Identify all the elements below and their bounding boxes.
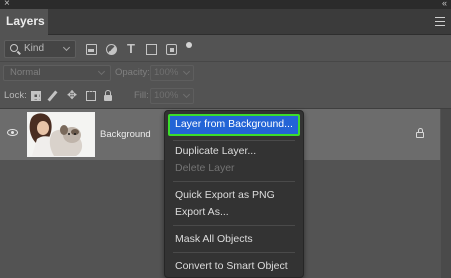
- lock-transparent-icon[interactable]: [31, 91, 41, 101]
- search-icon: [10, 44, 18, 52]
- menu-item-duplicate-layer[interactable]: Duplicate Layer...: [175, 145, 256, 157]
- filter-row: Kind T: [0, 36, 451, 62]
- menu-item-delete-layer: Delete Layer: [175, 162, 235, 174]
- fill-label: Fill:: [134, 90, 149, 101]
- chevron-down-icon: [182, 90, 191, 99]
- opacity-value: 100%: [154, 67, 179, 78]
- lock-position-icon[interactable]: ✥: [67, 89, 77, 101]
- opacity-label: Opacity:: [115, 67, 150, 78]
- pixel-layer-filter-icon[interactable]: [86, 44, 97, 55]
- menu-separator: [173, 252, 295, 253]
- lock-row: Lock: ✥ Fill: 100%: [0, 86, 451, 106]
- fill-value: 100%: [154, 90, 179, 101]
- menu-separator: [173, 225, 295, 226]
- lock-paint-icon[interactable]: [47, 90, 58, 102]
- menu-separator: [173, 140, 295, 141]
- shape-filter-icon[interactable]: [146, 44, 157, 55]
- layer-context-menu: Layer from Background... Duplicate Layer…: [164, 110, 304, 278]
- fill-field[interactable]: 100%: [150, 88, 194, 104]
- filter-toggle-icon[interactable]: [186, 42, 192, 48]
- blend-mode-select[interactable]: Normal: [3, 65, 111, 81]
- hamburger-icon[interactable]: [435, 17, 445, 26]
- type-filter-icon[interactable]: T: [127, 42, 138, 55]
- collapse-panel-icon[interactable]: «: [442, 0, 447, 9]
- smart-object-filter-icon[interactable]: [166, 44, 177, 55]
- layer-name[interactable]: Background: [100, 129, 151, 140]
- menu-item-label: Layer from Background...: [175, 118, 293, 130]
- filter-kind-label: Kind: [24, 43, 45, 54]
- menu-separator: [173, 181, 295, 182]
- layer-thumbnail: [27, 112, 95, 157]
- visibility-eye-icon[interactable]: [7, 129, 18, 136]
- window-titlebar: × «: [0, 0, 451, 9]
- blend-row: Normal Opacity: 100%: [0, 63, 451, 83]
- chevron-down-icon: [97, 67, 106, 76]
- close-panel-icon[interactable]: ×: [4, 0, 10, 9]
- chevron-down-icon: [62, 43, 71, 52]
- menu-item-mask-all-objects[interactable]: Mask All Objects: [175, 233, 253, 245]
- tab-layers[interactable]: Layers: [0, 9, 48, 35]
- menu-item-convert-smart-object[interactable]: Convert to Smart Object: [175, 260, 288, 272]
- panel-tab-row: Layers: [0, 9, 451, 35]
- opacity-field[interactable]: 100%: [150, 65, 194, 81]
- blend-mode-value: Normal: [10, 67, 41, 78]
- scrollbar[interactable]: [441, 109, 451, 278]
- adjustment-filter-icon[interactable]: [106, 44, 117, 55]
- lock-all-icon[interactable]: [104, 90, 112, 101]
- lock-artboard-icon[interactable]: [86, 91, 96, 101]
- menu-item-layer-from-background[interactable]: Layer from Background...: [168, 114, 300, 136]
- lock-label: Lock:: [4, 90, 27, 101]
- chevron-down-icon: [182, 67, 191, 76]
- menu-item-export-as[interactable]: Export As...: [175, 206, 229, 218]
- menu-item-quick-export-png[interactable]: Quick Export as PNG: [175, 189, 275, 201]
- filter-kind-select[interactable]: Kind: [4, 40, 76, 58]
- layer-lock-icon[interactable]: [416, 128, 424, 138]
